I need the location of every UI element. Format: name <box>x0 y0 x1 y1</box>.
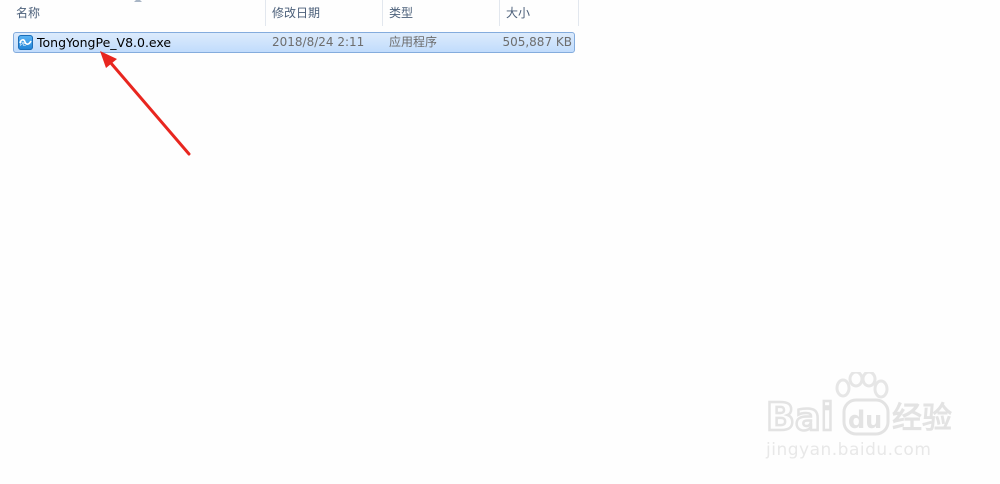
column-divider[interactable] <box>265 0 266 26</box>
svg-text:Bai: Bai <box>766 395 834 438</box>
svg-text:PE: PE <box>20 42 26 47</box>
column-header-size[interactable]: 大小 <box>502 0 578 26</box>
column-divider[interactable] <box>382 0 383 26</box>
column-header-type[interactable]: 类型 <box>385 0 499 26</box>
column-divider[interactable] <box>499 0 500 26</box>
column-header-row: 名称 修改日期 类型 大小 <box>0 0 580 26</box>
app-exe-icon: PE <box>18 35 33 50</box>
svg-text:du: du <box>848 406 882 434</box>
baidu-watermark: Bai du 经验 jingyan.baidu.com <box>760 372 960 468</box>
file-modified-date: 2018/8/24 2:11 <box>272 35 365 49</box>
file-row-selected[interactable]: PE TongYongPe_V8.0.exe 2018/8/24 2:11 应用… <box>13 32 575 53</box>
file-name[interactable]: TongYongPe_V8.0.exe <box>37 33 171 52</box>
baidu-jingyan-logo: Bai du 经验 <box>766 394 952 438</box>
watermark-url: jingyan.baidu.com <box>766 440 932 460</box>
svg-text:经验: 经验 <box>892 401 952 436</box>
column-header-name[interactable]: 名称 <box>12 0 265 26</box>
column-header-modified[interactable]: 修改日期 <box>268 0 382 26</box>
file-explorer-list: 名称 修改日期 类型 大小 PE TongYongPe_V8.0.exe 201… <box>0 0 1000 484</box>
file-size: 505,887 KB <box>502 35 572 49</box>
column-divider[interactable] <box>578 0 579 26</box>
file-type: 应用程序 <box>389 35 438 49</box>
